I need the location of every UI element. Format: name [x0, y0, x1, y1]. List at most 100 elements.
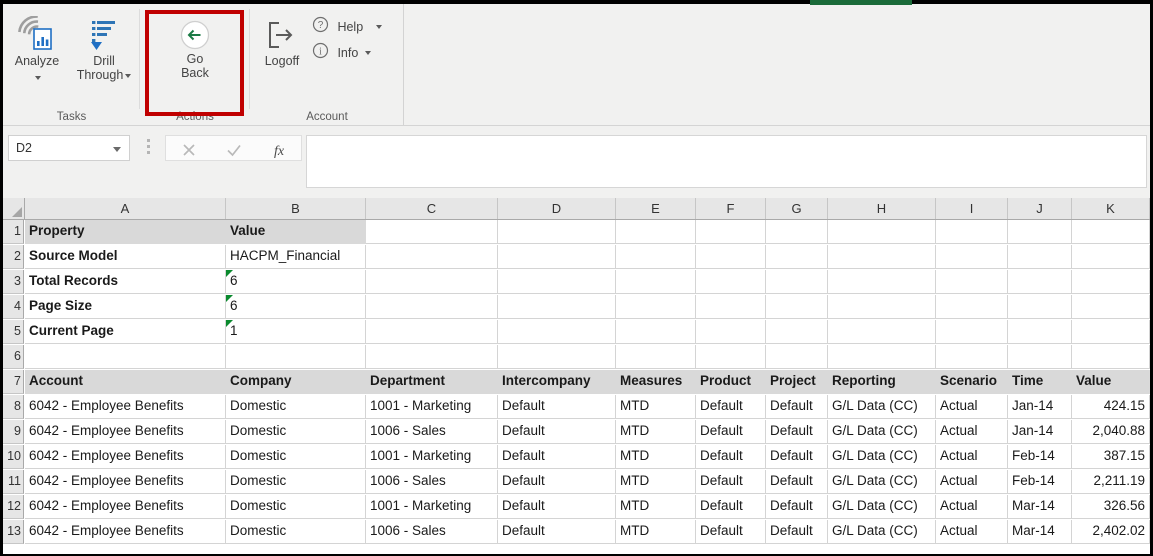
- cell-D12[interactable]: Default: [498, 495, 616, 519]
- cell-J3-empty[interactable]: [1008, 270, 1072, 294]
- cell-G6-empty[interactable]: [766, 345, 828, 369]
- cell-J4-empty[interactable]: [1008, 295, 1072, 319]
- cell-K6-empty[interactable]: [1072, 345, 1150, 369]
- cell-A1[interactable]: Property: [25, 220, 226, 244]
- column-header-A[interactable]: A: [25, 198, 226, 219]
- cell-I12[interactable]: Actual: [936, 495, 1008, 519]
- info-dropdown-arrow[interactable]: [364, 51, 371, 55]
- cell-B13[interactable]: Domestic: [226, 520, 366, 544]
- cell-K1-empty[interactable]: [1072, 220, 1150, 244]
- row-header-2[interactable]: 2: [3, 245, 24, 269]
- cell-I4-empty[interactable]: [936, 295, 1008, 319]
- cell-A5[interactable]: Current Page: [25, 320, 226, 344]
- cell-E9[interactable]: MTD: [616, 420, 696, 444]
- cell-I9[interactable]: Actual: [936, 420, 1008, 444]
- cell-J11[interactable]: Feb-14: [1008, 470, 1072, 494]
- cell-E11[interactable]: MTD: [616, 470, 696, 494]
- cell-G4-empty[interactable]: [766, 295, 828, 319]
- cell-A13[interactable]: 6042 - Employee Benefits: [25, 520, 226, 544]
- cell-H9[interactable]: G/L Data (CC): [828, 420, 936, 444]
- cell-H11[interactable]: G/L Data (CC): [828, 470, 936, 494]
- formula-input[interactable]: [306, 135, 1147, 188]
- cell-C5-empty[interactable]: [366, 320, 498, 344]
- cell-G7[interactable]: Project: [766, 370, 828, 394]
- cell-H6-empty[interactable]: [828, 345, 936, 369]
- cell-K2-empty[interactable]: [1072, 245, 1150, 269]
- cell-C9[interactable]: 1006 - Sales: [366, 420, 498, 444]
- cell-C3-empty[interactable]: [366, 270, 498, 294]
- cell-A3[interactable]: Total Records: [25, 270, 226, 294]
- cell-E2-empty[interactable]: [616, 245, 696, 269]
- column-header-G[interactable]: G: [766, 198, 828, 219]
- cell-G2-empty[interactable]: [766, 245, 828, 269]
- cell-D3-empty[interactable]: [498, 270, 616, 294]
- cell-A9[interactable]: 6042 - Employee Benefits: [25, 420, 226, 444]
- cell-H10[interactable]: G/L Data (CC): [828, 445, 936, 469]
- cell-B6-empty[interactable]: [226, 345, 366, 369]
- cell-J2-empty[interactable]: [1008, 245, 1072, 269]
- cell-H4-empty[interactable]: [828, 295, 936, 319]
- cell-K5-empty[interactable]: [1072, 320, 1150, 344]
- cell-E8[interactable]: MTD: [616, 395, 696, 419]
- cell-J8[interactable]: Jan-14: [1008, 395, 1072, 419]
- row-header-3[interactable]: 3: [3, 270, 24, 294]
- cell-D10[interactable]: Default: [498, 445, 616, 469]
- cell-B5[interactable]: 1: [226, 320, 366, 344]
- help-button[interactable]: ? Help: [312, 16, 400, 38]
- cell-J13[interactable]: Mar-14: [1008, 520, 1072, 544]
- cell-C11[interactable]: 1006 - Sales: [366, 470, 498, 494]
- select-all-corner-button[interactable]: [3, 198, 25, 219]
- cell-C2-empty[interactable]: [366, 245, 498, 269]
- cell-A12[interactable]: 6042 - Employee Benefits: [25, 495, 226, 519]
- cell-G5-empty[interactable]: [766, 320, 828, 344]
- cell-I7[interactable]: Scenario: [936, 370, 1008, 394]
- cell-A11[interactable]: 6042 - Employee Benefits: [25, 470, 226, 494]
- column-header-E[interactable]: E: [616, 198, 696, 219]
- cell-B12[interactable]: Domestic: [226, 495, 366, 519]
- drill-through-dropdown-arrow[interactable]: [125, 73, 132, 78]
- cell-F1-empty[interactable]: [696, 220, 766, 244]
- cell-J6-empty[interactable]: [1008, 345, 1072, 369]
- row-header-5[interactable]: 5: [3, 320, 24, 344]
- row-header-11[interactable]: 11: [3, 470, 24, 494]
- cell-C6-empty[interactable]: [366, 345, 498, 369]
- row-header-9[interactable]: 9: [3, 420, 24, 444]
- cell-C1-empty[interactable]: [366, 220, 498, 244]
- cell-H3-empty[interactable]: [828, 270, 936, 294]
- cell-D13[interactable]: Default: [498, 520, 616, 544]
- cell-I1-empty[interactable]: [936, 220, 1008, 244]
- cell-E1-empty[interactable]: [616, 220, 696, 244]
- analyze-button[interactable]: Analyze: [5, 16, 69, 87]
- cell-G11[interactable]: Default: [766, 470, 828, 494]
- formula-bar-grip-handle[interactable]: [147, 139, 150, 157]
- cell-A7[interactable]: Account: [25, 370, 226, 394]
- row-header-4[interactable]: 4: [3, 295, 24, 319]
- cell-G3-empty[interactable]: [766, 270, 828, 294]
- cell-J7[interactable]: Time: [1008, 370, 1072, 394]
- cell-G10[interactable]: Default: [766, 445, 828, 469]
- cell-C10[interactable]: 1001 - Marketing: [366, 445, 498, 469]
- cell-C12[interactable]: 1001 - Marketing: [366, 495, 498, 519]
- cell-K7[interactable]: Value: [1072, 370, 1150, 394]
- cell-F4-empty[interactable]: [696, 295, 766, 319]
- cell-E3-empty[interactable]: [616, 270, 696, 294]
- cell-B4[interactable]: 6: [226, 295, 366, 319]
- cell-B3[interactable]: 6: [226, 270, 366, 294]
- cell-K3-empty[interactable]: [1072, 270, 1150, 294]
- cell-G8[interactable]: Default: [766, 395, 828, 419]
- cell-I8[interactable]: Actual: [936, 395, 1008, 419]
- enter-button[interactable]: [211, 136, 256, 160]
- cell-F10[interactable]: Default: [696, 445, 766, 469]
- analyze-dropdown-arrow[interactable]: [5, 69, 69, 87]
- row-header-1[interactable]: 1: [3, 220, 24, 244]
- column-header-I[interactable]: I: [936, 198, 1008, 219]
- cell-A2[interactable]: Source Model: [25, 245, 226, 269]
- cell-E7[interactable]: Measures: [616, 370, 696, 394]
- cell-F13[interactable]: Default: [696, 520, 766, 544]
- cell-B10[interactable]: Domestic: [226, 445, 366, 469]
- cell-F2-empty[interactable]: [696, 245, 766, 269]
- cell-E10[interactable]: MTD: [616, 445, 696, 469]
- row-header-10[interactable]: 10: [3, 445, 24, 469]
- cell-G12[interactable]: Default: [766, 495, 828, 519]
- name-box[interactable]: D2: [8, 135, 130, 161]
